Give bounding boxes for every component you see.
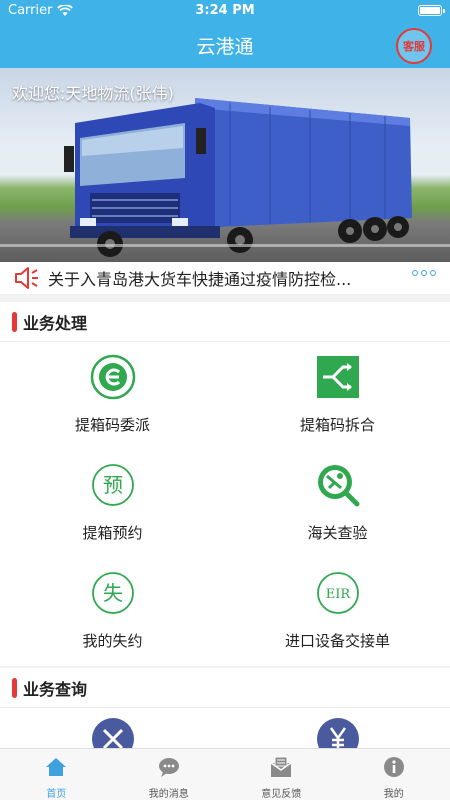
eir-icon-text: EIR: [325, 587, 351, 602]
default-icon-text: 失: [103, 581, 123, 605]
battery-icon: [418, 5, 445, 16]
tools-icon: [91, 718, 134, 748]
feedback-icon: [270, 756, 292, 777]
section-header-business-processing: 业务处理: [0, 302, 450, 342]
speaker-icon: [15, 267, 38, 289]
tab-messages[interactable]: 我的消息: [113, 749, 226, 800]
grid-item-customs-inspection[interactable]: 海关查验: [225, 450, 450, 558]
grid-item-label: 提箱码拆合: [299, 416, 375, 434]
default-icon: 失: [91, 572, 134, 614]
grid-item-label: 提箱码委派: [74, 416, 150, 434]
grid-item-label: 提箱预约: [82, 524, 143, 542]
business-query-grid: [0, 708, 450, 748]
section-marker: [12, 311, 17, 332]
grid-item-query-2[interactable]: [225, 708, 450, 748]
notice-text[interactable]: 关于入青岛港大货车快捷通过疫情防控检...: [48, 266, 378, 290]
grid-item-box-reservation[interactable]: 预 提箱预约: [0, 450, 225, 558]
business-processing-grid: 提箱码委派 提箱码拆合 预 提箱预约 海关查验 失 我的失约 EIR 进口设备交…: [0, 342, 450, 666]
info-icon: [383, 757, 404, 777]
tab-label: 我的: [383, 789, 404, 800]
notice-bar[interactable]: 关于入青岛港大货车快捷通过疫情防控检...: [0, 262, 450, 294]
split-merge-icon: [316, 356, 359, 398]
customer-service-label: 客服: [403, 40, 425, 53]
section-title: 业务处理: [23, 313, 88, 333]
message-icon: [158, 758, 179, 777]
road-line: [0, 244, 450, 247]
tab-feedback[interactable]: 意见反馈: [225, 749, 338, 800]
tab-label: 我的消息: [148, 789, 189, 800]
page-title: 云港通: [196, 36, 254, 58]
tab-label: 首页: [46, 789, 67, 800]
yuan-icon: [316, 718, 359, 748]
grid-item-label: 我的失约: [82, 632, 143, 650]
eir-icon: EIR: [316, 572, 359, 614]
grid-item-my-default[interactable]: 失 我的失约: [0, 558, 225, 666]
grid-item-box-code-assign[interactable]: 提箱码委派: [0, 342, 225, 450]
status-bar: Carrier 3:24 PM: [0, 0, 450, 22]
customer-service-button[interactable]: 客服: [396, 28, 432, 64]
tab-profile[interactable]: 我的: [338, 749, 450, 800]
reservation-icon-text: 预: [103, 473, 123, 497]
welcome-text: 欢迎您:天地物流(张伟): [12, 84, 174, 103]
reservation-icon: 预: [91, 464, 134, 506]
e-code-icon: [90, 354, 135, 400]
grid-item-label: 进口设备交接单: [284, 632, 390, 650]
section-header-business-query: 业务查询: [0, 668, 450, 708]
section-title: 业务查询: [23, 679, 88, 699]
nav-bar: 云港通 客服: [0, 22, 450, 68]
banner-image[interactable]: 欢迎您:天地物流(张伟): [0, 68, 450, 262]
grid-item-label: 海关查验: [307, 524, 368, 542]
tab-home[interactable]: 首页: [0, 749, 113, 800]
grid-item-box-code-split-merge[interactable]: 提箱码拆合: [225, 342, 450, 450]
tab-label: 意见反馈: [261, 789, 302, 800]
grid-item-query-1[interactable]: [0, 708, 225, 748]
clock: 3:24 PM: [195, 3, 255, 18]
home-icon: [46, 758, 67, 776]
tab-bar: 首页 我的消息 意见反馈 我的: [0, 748, 450, 800]
section-marker: [12, 677, 17, 698]
customs-inspection-icon: [317, 465, 359, 507]
more-icon[interactable]: [412, 270, 436, 276]
grid-item-import-eir[interactable]: EIR 进口设备交接单: [225, 558, 450, 666]
